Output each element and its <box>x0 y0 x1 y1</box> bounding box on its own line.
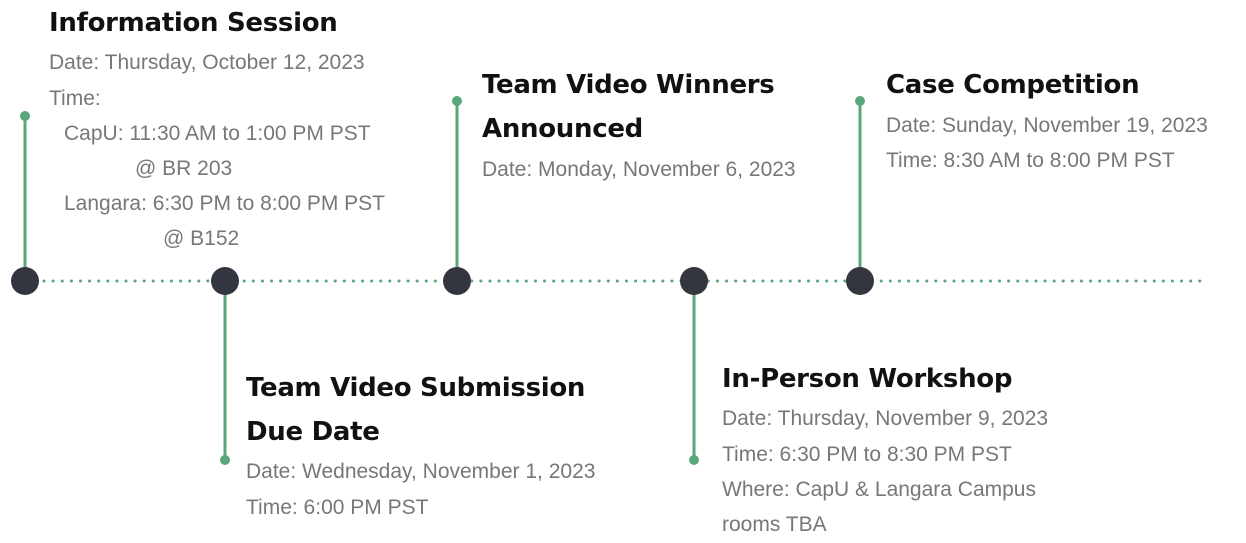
event-information-session-capu-room: @ BR 203 <box>135 157 233 180</box>
event-video-winners-date: Date: Monday, November 6, 2023 <box>482 158 796 181</box>
event-information-session-time-label: Time: <box>49 87 101 110</box>
event-timeline: Information Session Date: Thursday, Octo… <box>0 0 1246 536</box>
event-workshop-title: In-Person Workshop <box>722 364 1013 394</box>
connector-tip-information-session <box>20 111 30 121</box>
event-case-competition-title: Case Competition <box>886 70 1140 100</box>
timeline-node-video-winners <box>443 267 471 295</box>
event-case-competition-date: Date: Sunday, November 19, 2023 <box>886 114 1208 137</box>
connector-tip-case-competition <box>855 96 865 106</box>
event-information-session-capu-time: CapU: 11:30 AM to 1:00 PM PST <box>64 122 371 145</box>
event-video-winners-title-line-1: Team Video Winners <box>482 70 775 100</box>
event-case-competition-time: Time: 8:30 AM to 8:00 PM PST <box>886 149 1175 172</box>
event-video-submission-date: Date: Wednesday, November 1, 2023 <box>246 460 596 483</box>
event-video-submission-time: Time: 6:00 PM PST <box>246 496 429 519</box>
event-information-session-langara-time: Langara: 6:30 PM to 8:00 PM PST <box>64 192 386 215</box>
timeline-node-information-session <box>11 267 39 295</box>
event-video-submission-title-line-1: Team Video Submission <box>246 373 586 403</box>
timeline-node-case-competition <box>846 267 874 295</box>
connector-tip-workshop <box>689 455 699 465</box>
event-information-session-date: Date: Thursday, October 12, 2023 <box>49 51 365 74</box>
event-video-winners-title-line-2: Announced <box>482 114 643 144</box>
event-workshop-time: Time: 6:30 PM to 8:30 PM PST <box>722 443 1012 466</box>
event-workshop-location: Where: CapU & Langara Campus <box>722 478 1036 501</box>
event-workshop-location-rooms: rooms TBA <box>722 513 827 536</box>
timeline-node-workshop <box>680 267 708 295</box>
event-information-session-title: Information Session <box>49 8 338 38</box>
connector-tip-video-winners <box>452 96 462 106</box>
event-workshop-date: Date: Thursday, November 9, 2023 <box>722 407 1049 430</box>
timeline-node-video-submission <box>211 267 239 295</box>
event-information-session-langara-room: @ B152 <box>163 227 240 250</box>
connector-tip-video-submission <box>220 455 230 465</box>
event-video-submission-title-line-2: Due Date <box>246 417 380 447</box>
